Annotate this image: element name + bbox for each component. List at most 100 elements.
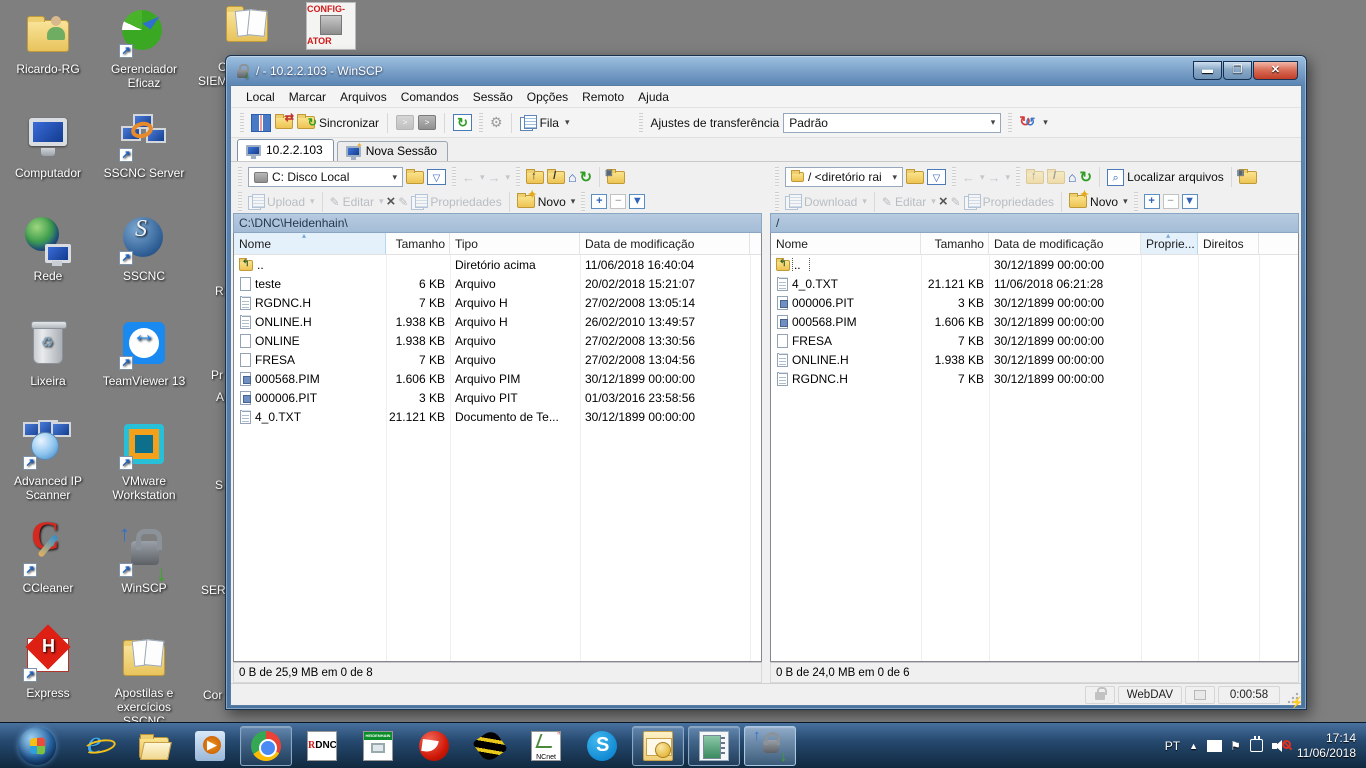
compare-panels-icon[interactable]: [251, 114, 271, 132]
download-button[interactable]: Download: [804, 195, 857, 209]
edit-pencil-icon[interactable]: ✎: [330, 195, 340, 209]
menu-comandos[interactable]: Comandos: [394, 90, 466, 104]
menu-ajuda[interactable]: Ajuda: [631, 90, 676, 104]
column-header-direitos[interactable]: Direitos: [1198, 233, 1259, 254]
table-row[interactable]: ONLINE.H 1.938 KB 30/12/1899 00:00:00: [771, 350, 1298, 369]
transfer-preset-select[interactable]: Padrão ▾: [783, 113, 1001, 133]
home-directory-icon[interactable]: ⌂: [1068, 169, 1076, 185]
parent-directory-icon[interactable]: ↑: [526, 171, 544, 184]
desktop-icon-ccleaner[interactable]: ↗ CCleaner: [2, 527, 94, 595]
desktop-icon-vmware[interactable]: ↗ VMware Workstation: [98, 420, 190, 502]
tab-session-10-2-2-103[interactable]: 10.2.2.103: [237, 139, 334, 161]
table-row[interactable]: FRESA 7 KB 30/12/1899 00:00:00: [771, 331, 1298, 350]
back-icon[interactable]: ←: [962, 170, 975, 185]
desktop-icon-computador[interactable]: Computador: [2, 112, 94, 180]
volume-muted-icon[interactable]: [1272, 739, 1288, 753]
table-row[interactable]: 000568.PIM 1.606 KB Arquivo PIM 30/12/18…: [234, 369, 761, 388]
desktop-icon-rede[interactable]: Rede: [2, 215, 94, 283]
refresh-icon[interactable]: ↻: [580, 168, 593, 186]
table-row[interactable]: .. Diretório acima 11/06/2018 16:40:04: [234, 255, 761, 274]
remote-path-bar[interactable]: /: [770, 213, 1299, 233]
select-plus-icon[interactable]: +: [1144, 194, 1160, 209]
desktop-icon-lixeira[interactable]: Lixeira: [2, 320, 94, 388]
local-file-list[interactable]: ▴Nome Tamanho Tipo Data de modificação .…: [233, 233, 762, 662]
selection-filter-icon[interactable]: ▼: [629, 194, 645, 209]
deselect-minus-icon[interactable]: −: [1163, 194, 1179, 209]
table-row[interactable]: 4_0.TXT 21.121 KB Documento de Te... 30/…: [234, 407, 761, 426]
column-header-proprietario[interactable]: ▴Proprie...: [1141, 233, 1198, 254]
taskbar-viewer-button[interactable]: [688, 726, 740, 766]
folder-documents-icon[interactable]: [222, 2, 272, 52]
sync-browsing-icon[interactable]: ⇄: [275, 116, 293, 129]
panel-splitter[interactable]: [762, 164, 770, 683]
new-button[interactable]: Novo: [538, 195, 566, 209]
queue-icon[interactable]: [520, 115, 536, 130]
column-header-tamanho[interactable]: Tamanho: [386, 233, 450, 254]
title-bar[interactable]: ↓ / - 10.2.2.103 - WinSCP ▬ ❐ ✕: [226, 56, 1306, 85]
root-directory-icon[interactable]: /: [547, 171, 565, 184]
table-row[interactable]: RGDNC.H 7 KB 30/12/1899 00:00:00: [771, 369, 1298, 388]
desktop-icon-winscp[interactable]: ↑↓↗ WinSCP: [98, 527, 190, 595]
table-row[interactable]: .. 30/12/1899 00:00:00: [771, 255, 1298, 274]
taskbar-clock[interactable]: 17:14 11/06/2018: [1297, 731, 1356, 761]
table-row[interactable]: RGDNC.H 7 KB Arquivo H 27/02/2008 13:05:…: [234, 293, 761, 312]
properties-icon[interactable]: [411, 194, 427, 209]
taskbar-ie-button[interactable]: [72, 726, 124, 766]
properties-button[interactable]: Propriedades: [430, 195, 501, 209]
taskbar-mastercam-button[interactable]: [408, 726, 460, 766]
taskbar-tool-button[interactable]: [464, 726, 516, 766]
table-row[interactable]: 000006.PIT 3 KB Arquivo PIT 01/03/2016 2…: [234, 388, 761, 407]
find-files-icon[interactable]: ⌕: [1107, 169, 1124, 186]
synchronize-icon[interactable]: ↻: [297, 116, 315, 129]
desktop-icon-ricardo-rg[interactable]: Ricardo-RG: [2, 8, 94, 76]
filter-icon[interactable]: ▽: [927, 169, 946, 185]
open-directory-icon[interactable]: [406, 171, 424, 184]
back-icon[interactable]: ←: [462, 170, 475, 185]
chevron-down-icon[interactable]: ▾: [565, 117, 570, 128]
edit-pencil-icon[interactable]: ✎: [882, 195, 892, 209]
language-indicator[interactable]: PT: [1165, 739, 1180, 753]
delete-icon[interactable]: ×: [387, 193, 396, 210]
table-row[interactable]: ONLINE.H 1.938 KB Arquivo H 26/02/2010 1…: [234, 312, 761, 331]
menu-arquivos[interactable]: Arquivos: [333, 90, 394, 104]
desktop-icon-express[interactable]: ↗ Express: [2, 632, 94, 700]
table-row[interactable]: 000006.PIT 3 KB 30/12/1899 00:00:00: [771, 293, 1298, 312]
column-header-data[interactable]: Data de modificação: [580, 233, 750, 254]
refresh-icon[interactable]: ↻: [1080, 168, 1093, 186]
menu-remoto[interactable]: Remoto: [575, 90, 631, 104]
taskbar-heidenhain-button[interactable]: HEIDENHAIN: [352, 726, 404, 766]
open-terminal-icon[interactable]: >⚡: [418, 115, 436, 130]
forward-icon[interactable]: →: [488, 170, 501, 185]
rename-icon[interactable]: ✎: [951, 195, 961, 209]
table-row[interactable]: 4_0.TXT 21.121 KB 11/06/2018 06:21:28: [771, 274, 1298, 293]
edit-button[interactable]: Editar: [895, 195, 926, 209]
upload-icon[interactable]: [248, 194, 264, 209]
start-button[interactable]: [18, 727, 56, 765]
chevron-down-icon[interactable]: ▾: [1043, 117, 1048, 128]
preferences-gear-icon[interactable]: ⚙: [490, 114, 503, 131]
taskbar-explorer-button[interactable]: [128, 726, 180, 766]
console-icon[interactable]: >: [396, 115, 414, 130]
taskbar-skype-button[interactable]: [576, 726, 628, 766]
remote-file-list[interactable]: Nome Tamanho Data de modificação ▴Propri…: [770, 233, 1299, 662]
minimize-button[interactable]: ▬: [1193, 61, 1222, 80]
action-center-flag-icon[interactable]: ⚑: [1230, 739, 1241, 753]
table-row[interactable]: 000568.PIM 1.606 KB 30/12/1899 00:00:00: [771, 312, 1298, 331]
table-row[interactable]: ONLINE 1.938 KB Arquivo 27/02/2008 13:30…: [234, 331, 761, 350]
column-header-tipo[interactable]: Tipo: [450, 233, 580, 254]
select-plus-icon[interactable]: +: [591, 194, 607, 209]
table-row[interactable]: teste 6 KB Arquivo 20/02/2018 15:21:07: [234, 274, 761, 293]
remote-drive-select[interactable]: / <diretório rai ▾: [785, 167, 903, 187]
menu-opcoes[interactable]: Opções: [520, 90, 575, 104]
desktop-icon-sscnc-server[interactable]: ↗ SSCNC Server: [98, 112, 190, 180]
tree-toggle-icon[interactable]: ▣: [607, 171, 625, 184]
root-directory-icon[interactable]: /: [1047, 171, 1065, 184]
desktop-icon-teamviewer[interactable]: ↗ TeamViewer 13: [98, 320, 190, 388]
column-header-data[interactable]: Data de modificação: [989, 233, 1141, 254]
close-button[interactable]: ✕: [1253, 61, 1298, 80]
taskbar-outlook-button[interactable]: [632, 726, 684, 766]
upload-button[interactable]: Upload: [267, 195, 305, 209]
menu-marcar[interactable]: Marcar: [282, 90, 333, 104]
forward-icon[interactable]: →: [988, 170, 1001, 185]
desktop-icon-configator[interactable]: CONFIG- ATOR: [306, 2, 356, 50]
